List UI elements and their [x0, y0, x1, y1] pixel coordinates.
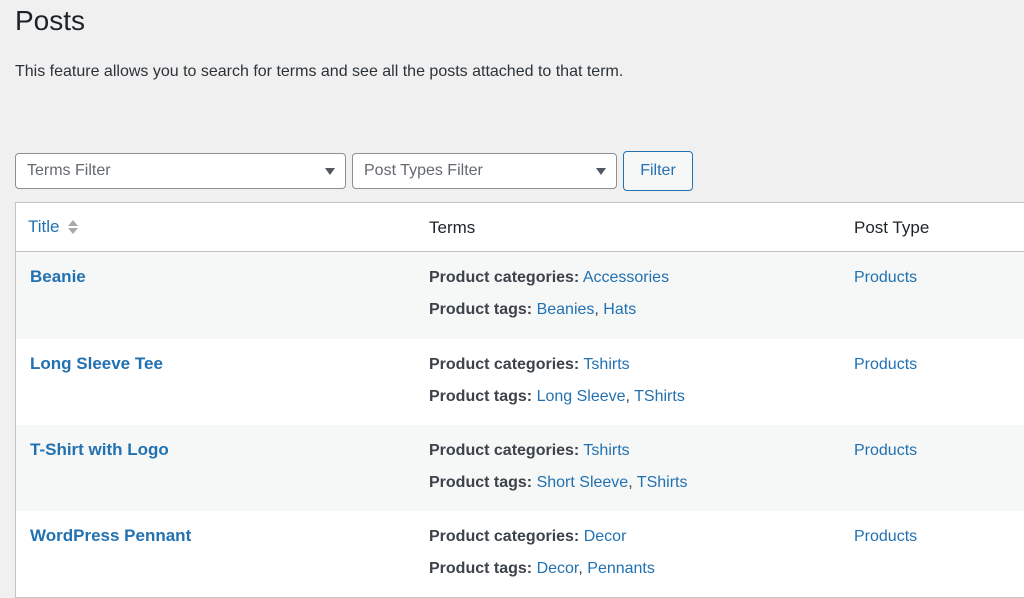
product-tags-label: Product tags:: [429, 474, 533, 491]
product-tags-line: Product tags: Long Sleeve, TShirts: [429, 386, 685, 408]
product-categories-label: Product categories:: [429, 269, 580, 286]
tag-link[interactable]: TShirts: [634, 388, 685, 405]
product-categories-line: Product categories: Decor: [429, 526, 655, 548]
table-body: Beanie Product categories: Accessories Pro…: [16, 252, 1024, 597]
product-tags-line: Product tags: Decor, Pennants: [429, 558, 655, 580]
post-type-link[interactable]: Products: [854, 526, 917, 548]
post-title-link[interactable]: T-Shirt with Logo: [30, 440, 169, 460]
tag-link[interactable]: Short Sleeve: [537, 474, 629, 491]
page-title: Posts: [15, 5, 86, 36]
tag-link[interactable]: Beanies: [537, 301, 595, 318]
terms-cell: Product categories: Decor Product tags: D…: [429, 526, 655, 590]
table-row: Beanie Product categories: Accessories Pro…: [16, 252, 1024, 339]
terms-cell: Product categories: Tshirts Product tags:…: [429, 440, 687, 504]
terms-cell: Product categories: Tshirts Product tags:…: [429, 354, 685, 418]
term-separator: ,: [578, 560, 588, 577]
product-tags-line: Product tags: Short Sleeve, TShirts: [429, 472, 687, 494]
filter-bar: Terms Filter Post Types Filter Filter: [15, 151, 693, 191]
product-tags-line: Product tags: Beanies, Hats: [429, 299, 669, 321]
column-header-title[interactable]: Title: [28, 203, 78, 251]
product-categories-label: Product categories:: [429, 442, 580, 459]
category-link[interactable]: Tshirts: [583, 442, 629, 459]
product-categories-label: Product categories:: [429, 356, 580, 373]
category-link[interactable]: Tshirts: [583, 356, 629, 373]
tag-link[interactable]: Hats: [603, 301, 636, 318]
tag-link[interactable]: TShirts: [637, 474, 688, 491]
post-type-link[interactable]: Products: [854, 440, 917, 462]
product-categories-line: Product categories: Accessories: [429, 267, 669, 289]
terms-filter-placeholder: Terms Filter: [27, 162, 111, 179]
product-tags-label: Product tags:: [429, 560, 533, 577]
chevron-down-icon: [325, 167, 335, 175]
term-separator: ,: [594, 301, 604, 318]
table-row: WordPress Pennant Product categories: Dec…: [16, 511, 1024, 597]
product-categories-line: Product categories: Tshirts: [429, 440, 687, 462]
tag-link[interactable]: Decor: [537, 560, 579, 577]
tag-link[interactable]: Long Sleeve: [537, 388, 626, 405]
post-title-link[interactable]: Long Sleeve Tee: [30, 354, 163, 374]
terms-cell: Product categories: Accessories Product t…: [429, 267, 669, 331]
posts-table: Title Terms Post Type Beanie Product cate…: [15, 202, 1024, 598]
filter-button[interactable]: Filter: [623, 151, 693, 191]
post-title-link[interactable]: WordPress Pennant: [30, 526, 191, 546]
column-header-post-type: Post Type: [854, 218, 930, 237]
product-tags-label: Product tags:: [429, 388, 533, 405]
post-title-link[interactable]: Beanie: [30, 267, 86, 287]
terms-filter-select[interactable]: Terms Filter: [15, 153, 346, 189]
post-type-link[interactable]: Products: [854, 267, 917, 289]
product-categories-label: Product categories:: [429, 528, 580, 545]
table-row: T-Shirt with Logo Product categories: Tsh…: [16, 425, 1024, 511]
sort-icon: [67, 220, 78, 234]
post-type-link[interactable]: Products: [854, 354, 917, 376]
column-header-terms: Terms: [429, 218, 476, 237]
product-categories-line: Product categories: Tshirts: [429, 354, 685, 376]
product-tags-label: Product tags:: [429, 301, 533, 318]
table-header: Title Terms Post Type: [16, 203, 1024, 252]
post-types-filter-select[interactable]: Post Types Filter: [352, 153, 617, 189]
term-separator: ,: [628, 474, 637, 491]
post-types-filter-placeholder: Post Types Filter: [364, 162, 483, 179]
category-link[interactable]: Decor: [584, 528, 627, 545]
column-header-title-label: Title: [28, 217, 60, 236]
page-description: This feature allows you to search for te…: [15, 63, 624, 80]
table-row: Long Sleeve Tee Product categories: Tshir…: [16, 339, 1024, 425]
category-link[interactable]: Accessories: [583, 269, 669, 286]
tag-link[interactable]: Pennants: [587, 560, 655, 577]
term-separator: ,: [625, 388, 635, 405]
chevron-down-icon: [596, 167, 606, 175]
